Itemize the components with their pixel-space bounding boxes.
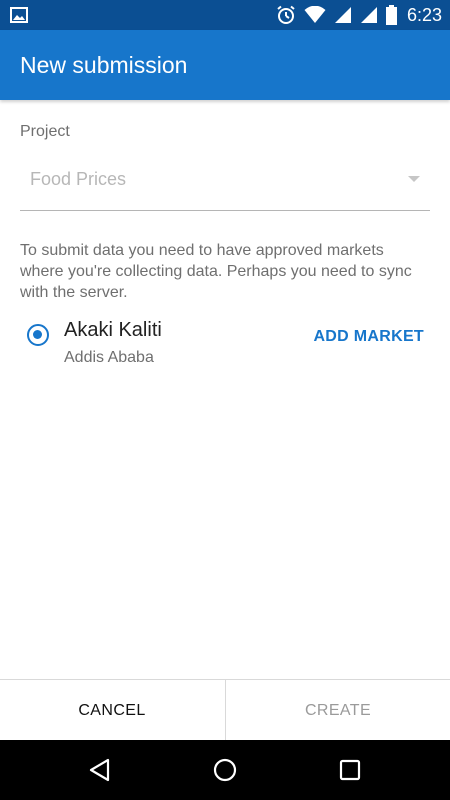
radio-selected-dot (33, 330, 42, 339)
create-button[interactable]: CREATE (225, 680, 450, 741)
status-bar: 6:23 (0, 0, 450, 30)
app-bar: New submission (0, 30, 450, 100)
home-icon[interactable] (212, 757, 238, 783)
project-label: Project (20, 123, 70, 140)
status-time: 6:23 (406, 4, 442, 25)
image-notification-icon (10, 7, 28, 23)
dropdown-arrow-icon (408, 176, 420, 182)
market-city: Addis Ababa (64, 349, 154, 366)
add-market-button[interactable]: ADD MARKET (313, 328, 424, 346)
cancel-button[interactable]: CANCEL (0, 680, 224, 741)
action-bar: CANCEL CREATE (0, 679, 450, 741)
project-select[interactable]: Food Prices (20, 160, 430, 211)
market-list-item[interactable]: Akaki Kaliti Addis Ababa ADD MARKET (20, 316, 430, 376)
back-icon[interactable] (87, 757, 113, 783)
recents-icon[interactable] (337, 757, 363, 783)
info-message: To submit data you need to have approved… (20, 242, 412, 301)
navigation-bar (0, 740, 450, 800)
signal-icon (360, 6, 378, 24)
project-selected-value: Food Prices (30, 169, 127, 189)
wifi-icon (304, 6, 326, 24)
page-title: New submission (20, 52, 188, 78)
screen: 6:23 New submission Project Food Prices … (0, 0, 450, 800)
signal-icon (334, 6, 352, 24)
market-radio-button[interactable] (27, 324, 49, 346)
market-name: Akaki Kaliti (64, 319, 162, 341)
alarm-icon (276, 5, 296, 25)
battery-icon (385, 5, 397, 25)
status-icons: 6:23 (268, 0, 442, 30)
